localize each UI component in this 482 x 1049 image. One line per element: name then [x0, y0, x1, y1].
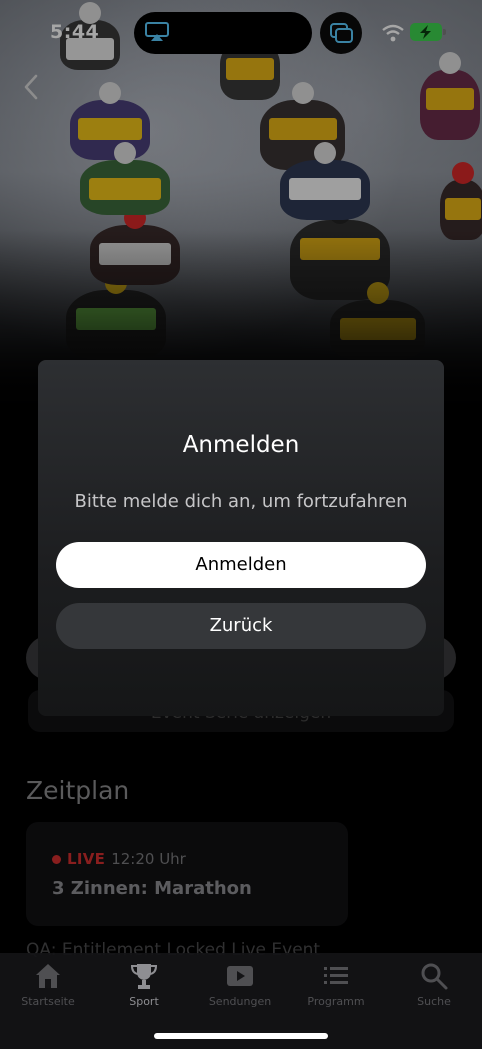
play-icon	[227, 966, 253, 986]
trophy-icon	[130, 964, 158, 989]
tab-sendungen[interactable]: Sendungen	[192, 961, 288, 1008]
dialog-message: Bitte melde dich an, um fortzufahren	[74, 491, 408, 512]
login-dialog: Anmelden Bitte melde dich an, um fortzuf…	[38, 360, 444, 716]
tab-label: Startseite	[21, 995, 75, 1008]
tab-programm[interactable]: Programm	[288, 961, 384, 1008]
tab-label: Suche	[417, 995, 451, 1008]
tab-startseite[interactable]: Startseite	[0, 961, 96, 1008]
login-button[interactable]: Anmelden	[56, 542, 426, 588]
home-indicator	[154, 1033, 328, 1039]
search-icon	[421, 963, 448, 990]
tab-label: Sendungen	[208, 995, 272, 1008]
tab-sport[interactable]: Sport	[96, 961, 192, 1008]
dialog-title: Anmelden	[182, 432, 300, 458]
tab-label: Programm	[307, 995, 365, 1008]
home-icon	[36, 964, 60, 988]
list-icon	[324, 967, 348, 984]
tab-suche[interactable]: Suche	[386, 961, 482, 1008]
back-button[interactable]: Zurück	[56, 603, 426, 649]
tab-label: Sport	[129, 995, 159, 1008]
